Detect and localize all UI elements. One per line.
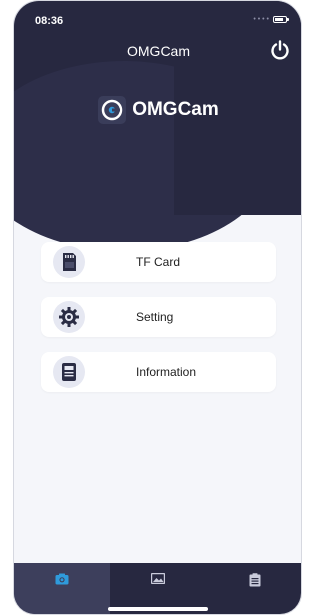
tab-notes[interactable] <box>207 563 301 614</box>
logo-text: OMGCam <box>132 99 219 120</box>
camera-icon <box>55 573 69 585</box>
logo-icon <box>98 96 127 124</box>
menu-label-tf-card: TF Card <box>136 255 181 269</box>
status-indicators: • • • • <box>253 16 289 23</box>
gear-icon <box>53 301 85 333</box>
device-info-icon <box>53 356 85 388</box>
power-button[interactable] <box>269 39 291 61</box>
menu-item-tf-card[interactable]: TF Card <box>41 242 276 282</box>
menu-label-setting: Setting <box>136 310 174 324</box>
clipboard-icon <box>249 573 261 587</box>
signal-icon: • • • • <box>253 16 269 23</box>
power-icon <box>271 40 289 60</box>
home-indicator[interactable] <box>108 607 208 611</box>
phone-frame: 08:36 • • • • OMGCam OMGCam TF Card Sett… <box>13 0 302 615</box>
tab-camera[interactable] <box>14 563 111 614</box>
menu-label-information: Information <box>136 365 197 379</box>
battery-icon <box>273 16 289 23</box>
app-title: OMGCam <box>127 43 190 59</box>
sd-card-icon <box>53 246 85 278</box>
brand-logo: OMGCam <box>14 96 301 124</box>
status-time: 08:36 <box>35 15 64 27</box>
image-icon <box>151 573 166 584</box>
menu-item-setting[interactable]: Setting <box>41 297 276 337</box>
menu-item-information[interactable]: Information <box>41 352 276 392</box>
